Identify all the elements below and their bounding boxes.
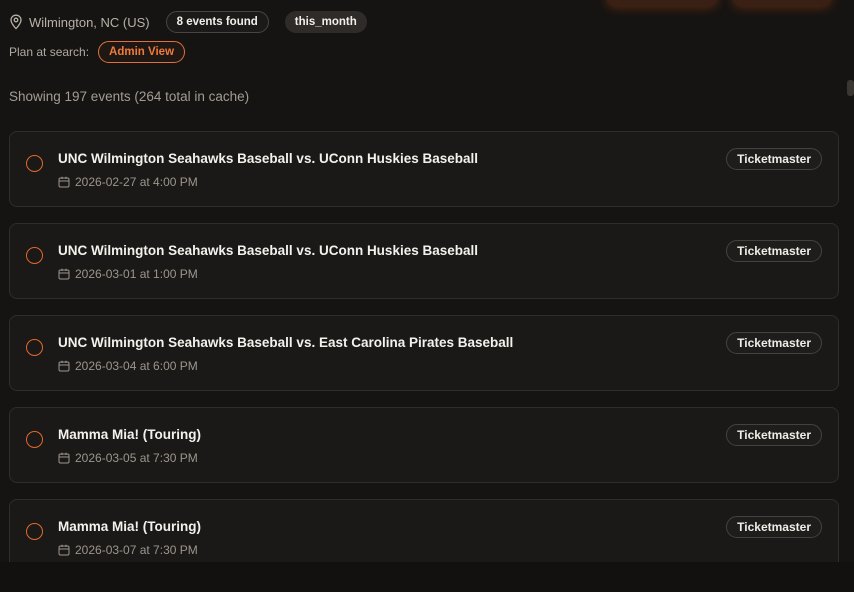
plan-label: Plan at search: bbox=[9, 45, 90, 59]
event-card[interactable]: UNC Wilmington Seahawks Baseball vs. Eas… bbox=[9, 315, 839, 391]
event-date-text: 2026-03-07 at 7:30 PM bbox=[75, 543, 198, 557]
source-badge[interactable]: Ticketmaster bbox=[726, 332, 822, 354]
calendar-icon bbox=[58, 452, 70, 464]
source-badge[interactable]: Ticketmaster bbox=[726, 516, 822, 538]
radio-circle-icon[interactable] bbox=[26, 339, 43, 356]
event-date: 2026-02-27 at 4:00 PM bbox=[58, 175, 198, 189]
top-button-glow[interactable] bbox=[732, 0, 832, 6]
event-card[interactable]: Mamma Mia! (Touring) 2026-03-05 at 7:30 P… bbox=[9, 407, 839, 483]
scrollbar-thumb[interactable] bbox=[847, 80, 854, 96]
event-date-text: 2026-02-27 at 4:00 PM bbox=[75, 175, 198, 189]
source-badge[interactable]: Ticketmaster bbox=[726, 240, 822, 262]
bottom-bar bbox=[0, 562, 854, 592]
calendar-icon bbox=[58, 176, 70, 188]
event-date-text: 2026-03-05 at 7:30 PM bbox=[75, 451, 198, 465]
event-card[interactable]: UNC Wilmington Seahawks Baseball vs. UCo… bbox=[9, 223, 839, 299]
results-summary: Showing 197 events (264 total in cache) bbox=[9, 89, 250, 104]
radio-circle-icon[interactable] bbox=[26, 431, 43, 448]
source-badge[interactable]: Ticketmaster bbox=[726, 148, 822, 170]
event-date: 2026-03-05 at 7:30 PM bbox=[58, 451, 198, 465]
event-date: 2026-03-04 at 6:00 PM bbox=[58, 359, 198, 373]
event-date-text: 2026-03-01 at 1:00 PM bbox=[75, 267, 198, 281]
source-badge[interactable]: Ticketmaster bbox=[726, 424, 822, 446]
calendar-icon bbox=[58, 544, 70, 556]
plan-row: Plan at search: Admin View bbox=[9, 41, 186, 63]
events-found-badge: 8 events found bbox=[165, 11, 269, 33]
event-card[interactable]: Mamma Mia! (Touring) 2026-03-07 at 7:30 P… bbox=[9, 499, 839, 562]
event-date: 2026-03-01 at 1:00 PM bbox=[58, 267, 198, 281]
plan-badge[interactable]: Admin View bbox=[98, 41, 186, 63]
map-pin-icon bbox=[10, 14, 22, 30]
event-date: 2026-03-07 at 7:30 PM bbox=[58, 543, 198, 557]
radio-circle-icon[interactable] bbox=[26, 247, 43, 264]
event-date-text: 2026-03-04 at 6:00 PM bbox=[75, 359, 198, 373]
search-meta-row: Wilmington, NC (US) 8 events found this_… bbox=[9, 10, 367, 34]
location: Wilmington, NC (US) bbox=[9, 14, 150, 30]
top-button-glow[interactable] bbox=[606, 0, 718, 6]
event-title: Mamma Mia! (Touring) bbox=[58, 427, 201, 442]
radio-circle-icon[interactable] bbox=[26, 523, 43, 540]
calendar-icon bbox=[58, 268, 70, 280]
event-card[interactable]: UNC Wilmington Seahawks Baseball vs. UCo… bbox=[9, 131, 839, 207]
event-title: UNC Wilmington Seahawks Baseball vs. UCo… bbox=[58, 243, 478, 258]
event-list-view: Wilmington, NC (US) 8 events found this_… bbox=[0, 0, 854, 562]
event-title: UNC Wilmington Seahawks Baseball vs. UCo… bbox=[58, 151, 478, 166]
period-badge: this_month bbox=[284, 11, 367, 33]
radio-circle-icon[interactable] bbox=[26, 155, 43, 172]
calendar-icon bbox=[58, 360, 70, 372]
location-label: Wilmington, NC (US) bbox=[29, 14, 150, 30]
event-title: Mamma Mia! (Touring) bbox=[58, 519, 201, 534]
event-title: UNC Wilmington Seahawks Baseball vs. Eas… bbox=[58, 335, 514, 350]
